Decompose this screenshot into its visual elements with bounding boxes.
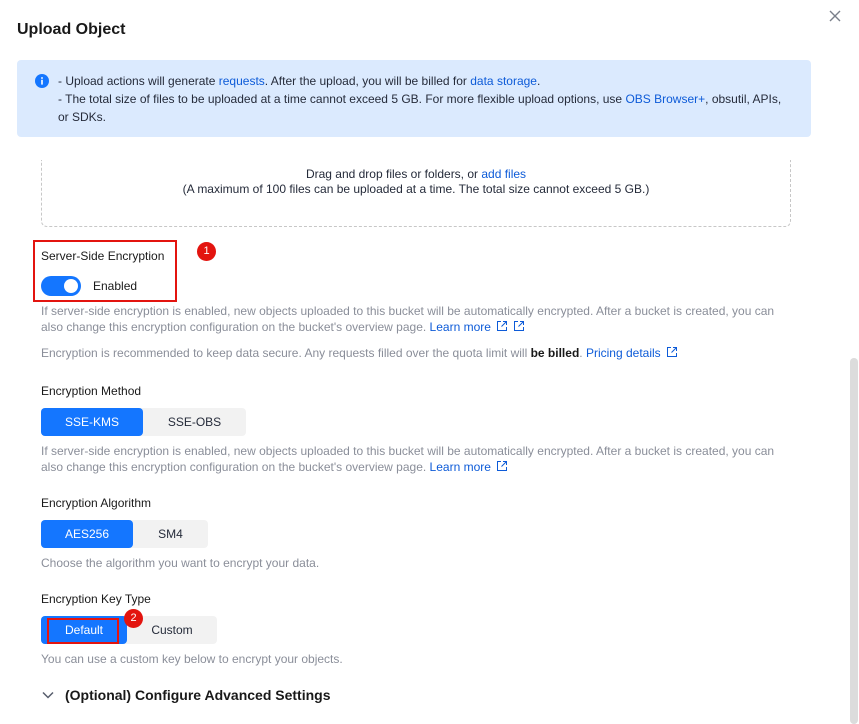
sse-help-line-1: If server-side encryption is enabled, ne… (41, 304, 775, 318)
chevron-down-icon (42, 691, 54, 699)
sse-help-line-2: also change this encryption configuratio… (41, 319, 801, 335)
pricing-details-link[interactable]: Pricing details (586, 346, 661, 360)
notice-line-1-text-b: . After the upload, you will be billed f… (264, 74, 471, 88)
encryption-method-label: Encryption Method (41, 384, 142, 398)
encryption-method-selector: SSE-KMS SSE-OBS (41, 408, 246, 436)
notice-line-3: or SDKs. (58, 110, 107, 124)
annotation-box-2 (47, 618, 119, 644)
close-icon[interactable] (826, 7, 844, 25)
billing-bold-text: be billed (530, 346, 580, 360)
external-link-icon[interactable] (496, 460, 508, 472)
method-help-line-1: If server-side encryption is enabled, ne… (41, 444, 775, 458)
dropzone-line: Drag and drop files or folders, or add f… (42, 167, 790, 182)
advanced-settings-toggle[interactable]: (Optional) Configure Advanced Settings (41, 687, 331, 703)
method-option-sse-kms[interactable]: SSE-KMS (41, 408, 143, 436)
method-help-line-2-text: also change this encryption configuratio… (41, 460, 427, 474)
sse-billing-note: Encryption is recommended to keep data s… (41, 345, 801, 361)
dialog-title: Upload Object (17, 21, 126, 38)
requests-link[interactable]: requests (219, 74, 265, 88)
annotation-badge-1: 1 (197, 242, 216, 261)
info-icon (35, 74, 49, 88)
sse-help: If server-side encryption is enabled, ne… (41, 303, 801, 335)
notice-line-1: - Upload actions will generate requests.… (58, 72, 791, 90)
scrollbar-thumb[interactable] (850, 358, 858, 724)
annotation-badge-2: 2 (124, 609, 143, 628)
encryption-algorithm-label: Encryption Algorithm (41, 496, 152, 510)
notice-line-1-text-c: . (536, 74, 541, 88)
data-storage-link[interactable]: data storage (470, 74, 537, 88)
annotation-box-1 (33, 240, 177, 302)
notice-text: - Upload actions will generate requests.… (58, 72, 791, 126)
algorithm-help: Choose the algorithm you want to encrypt… (41, 556, 320, 570)
sse-learn-more-link[interactable]: Learn more (430, 320, 491, 334)
keytype-help: You can use a custom key below to encryp… (41, 652, 343, 666)
algorithm-option-aes256[interactable]: AES256 (41, 520, 133, 548)
method-learn-more-link[interactable]: Learn more (430, 460, 491, 474)
external-link-icon[interactable] (666, 346, 678, 358)
notice-line-1-text-a: - Upload actions will generate (58, 74, 219, 88)
advanced-settings-label: (Optional) Configure Advanced Settings (65, 687, 331, 703)
external-link-icon[interactable] (496, 320, 508, 332)
dropzone-text: Drag and drop files or folders, or (305, 167, 482, 181)
method-help: If server-side encryption is enabled, ne… (41, 443, 801, 475)
encryption-algorithm-selector: AES256 SM4 (41, 520, 208, 548)
dropzone-limit: (A maximum of 100 files can be uploaded … (182, 182, 650, 196)
sse-help-line-2-text: also change this encryption configuratio… (41, 320, 427, 334)
notice-banner: - Upload actions will generate requests.… (17, 60, 811, 137)
encryption-key-type-label: Encryption Key Type (41, 592, 151, 606)
obs-browser-link[interactable]: OBS Browser+ (625, 92, 705, 106)
notice-line-2-text-a: - The total size of files to be uploaded… (58, 92, 626, 106)
add-files-link[interactable]: add files (481, 167, 526, 181)
billing-text-b: . (579, 346, 583, 360)
external-link-icon[interactable] (513, 320, 525, 332)
file-dropzone[interactable]: Drag and drop files or folders, or add f… (41, 160, 791, 227)
algorithm-option-sm4[interactable]: SM4 (133, 520, 208, 548)
method-option-sse-obs[interactable]: SSE-OBS (143, 408, 246, 436)
method-help-line-2: also change this encryption configuratio… (41, 459, 801, 475)
billing-text-a: Encryption is recommended to keep data s… (41, 346, 531, 360)
notice-line-2-text-b: , obsutil, APIs, (705, 92, 782, 106)
notice-line-2: - The total size of files to be uploaded… (58, 90, 791, 108)
